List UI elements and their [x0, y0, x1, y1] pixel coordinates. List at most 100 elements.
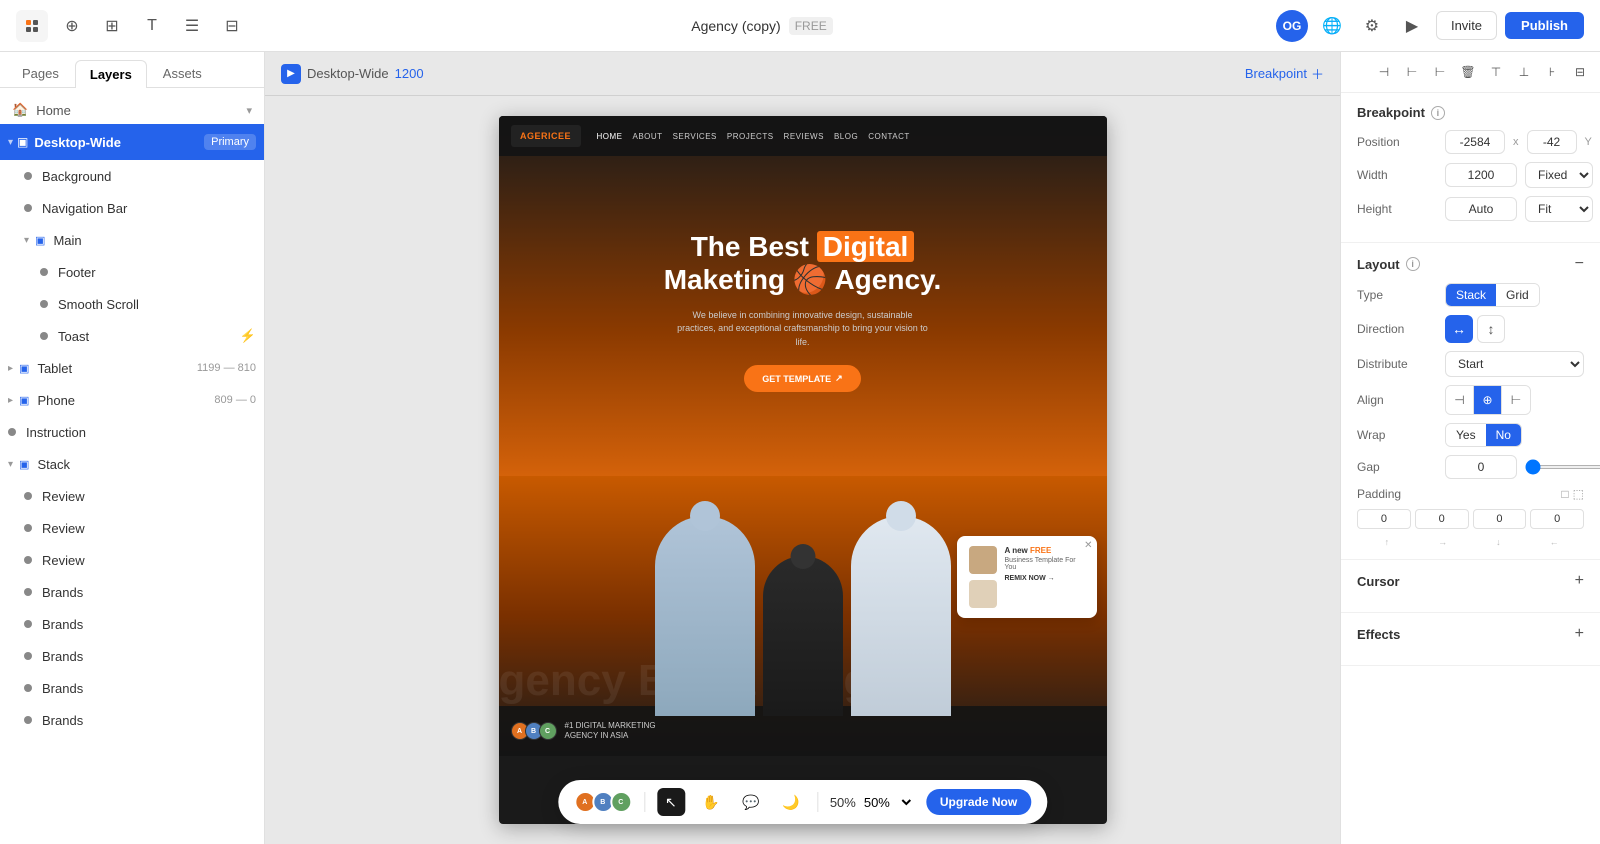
frame-icon: ▣ [35, 234, 45, 247]
tab-assets[interactable]: Assets [149, 60, 216, 87]
layer-review-3-label: Review [42, 553, 256, 568]
align-bottom-icon[interactable]: ⊦ [1540, 60, 1564, 84]
layer-item-review-1[interactable]: Review [0, 480, 264, 512]
hero-text-1: The Best [691, 231, 817, 262]
gap-input[interactable] [1445, 455, 1517, 479]
nav-link-reviews: REVIEWS [784, 132, 824, 141]
invite-button[interactable]: Invite [1436, 11, 1497, 40]
canvas-viewport[interactable]: AGERICEE HOME ABOUT SERVICES PROJECTS RE… [265, 96, 1340, 844]
layer-item-navigation-bar[interactable]: Navigation Bar [0, 192, 264, 224]
layer-item-toast[interactable]: Toast ⚡ [0, 320, 264, 352]
cursor-plus-icon[interactable]: + [1575, 572, 1584, 590]
dark-mode-tool[interactable]: 🌙 [777, 788, 805, 816]
component-icon [24, 492, 32, 500]
bottom-bar-avatars: A B C [511, 722, 553, 740]
align-center-h-icon[interactable]: ⊢ [1400, 60, 1424, 84]
tab-pages[interactable]: Pages [8, 60, 73, 87]
tab-layers[interactable]: Layers [75, 60, 147, 88]
distribute-select[interactable]: Start Center End Space Between [1445, 351, 1584, 377]
padding-bottom-input[interactable] [1473, 509, 1527, 529]
layer-item-brands-2[interactable]: Brands [0, 608, 264, 640]
position-x-input[interactable] [1445, 130, 1505, 154]
layer-item-review-2[interactable]: Review [0, 512, 264, 544]
layer-item-instruction[interactable]: Instruction [0, 416, 264, 448]
padding-labels: ↑ → ↓ ← [1357, 537, 1584, 547]
align-left-btn[interactable]: ⊣ [1446, 386, 1474, 414]
layer-item-footer[interactable]: Footer [0, 256, 264, 288]
layer-item-brands-4[interactable]: Brands [0, 672, 264, 704]
height-mode-select[interactable]: Fit Fixed Fill [1525, 196, 1593, 222]
cursor-tool[interactable]: ↖ [657, 788, 685, 816]
gap-slider[interactable] [1525, 465, 1600, 469]
layer-item-tablet[interactable]: ▸ ▣ Tablet 1199 — 810 [0, 352, 264, 384]
width-mode-select[interactable]: Fixed Fill Hug [1525, 162, 1593, 188]
layout-minus-icon[interactable]: − [1575, 255, 1584, 273]
delete-icon[interactable]: 🗑 [1456, 60, 1480, 84]
height-input[interactable] [1445, 197, 1517, 221]
logo-button[interactable] [16, 10, 48, 42]
padding-square-icon: □ [1561, 487, 1568, 501]
align-right-btn[interactable]: ⊢ [1502, 386, 1530, 414]
padding-top-input[interactable] [1357, 509, 1411, 529]
layout-info-icon[interactable]: i [1406, 257, 1420, 271]
position-y-input[interactable] [1527, 130, 1577, 154]
type-grid-btn[interactable]: Grid [1496, 284, 1539, 306]
align-middle-icon[interactable]: ⊥ [1512, 60, 1536, 84]
align-left-icon[interactable]: ⊣ [1372, 60, 1396, 84]
type-stack-btn[interactable]: Stack [1446, 284, 1496, 306]
layer-item-smooth-scroll[interactable]: Smooth Scroll [0, 288, 264, 320]
position-label: Position [1357, 135, 1437, 149]
wrap-yes-btn[interactable]: Yes [1446, 424, 1486, 446]
grid-view-button[interactable]: ⊞ [96, 10, 128, 42]
add-element-button[interactable]: ⊕ [56, 10, 88, 42]
layer-brands-3-label: Brands [42, 649, 256, 664]
direction-buttons: ↔ ↕ [1445, 315, 1505, 343]
globe-button[interactable]: 🌐 [1316, 10, 1348, 42]
wrap-no-btn[interactable]: No [1486, 424, 1521, 446]
layer-item-main[interactable]: ▾ ▣ Main [0, 224, 264, 256]
zoom-dropdown[interactable]: 50% 75% 100% [860, 794, 914, 811]
width-input[interactable] [1445, 163, 1517, 187]
component-icon [24, 204, 32, 212]
breakpoint-label: Breakpoint [1245, 66, 1307, 81]
layers-button[interactable]: ☰ [176, 10, 208, 42]
align-center-btn[interactable]: ⊕ [1474, 386, 1502, 414]
layer-item-phone[interactable]: ▸ ▣ Phone 809 — 0 [0, 384, 264, 416]
play-button[interactable]: ▶ [1396, 10, 1428, 42]
layer-item-brands-5[interactable]: Brands [0, 704, 264, 736]
width-label: Width [1357, 168, 1437, 182]
align-right-icon[interactable]: ⊢ [1428, 60, 1452, 84]
hand-tool[interactable]: ✋ [697, 788, 725, 816]
expand-icon: ▸ [8, 363, 13, 374]
breakpoint-info-icon[interactable]: i [1431, 106, 1445, 120]
home-row[interactable]: 🏠 Home ▾ [0, 96, 264, 124]
gap-row: Gap [1357, 455, 1584, 479]
preview-cta-button[interactable]: GET TEMPLATE ↗ [744, 365, 860, 392]
distribute-icon[interactable]: ⊟ [1568, 60, 1592, 84]
layer-item-brands-3[interactable]: Brands [0, 640, 264, 672]
layer-item-brands-1[interactable]: Brands [0, 576, 264, 608]
component-icon [24, 684, 32, 692]
layer-item-review-3[interactable]: Review [0, 544, 264, 576]
toast-notification: A new FREE Business Template For You REM… [957, 536, 1097, 618]
components-button[interactable]: ⊟ [216, 10, 248, 42]
upgrade-button[interactable]: Upgrade Now [926, 789, 1031, 815]
user-avatar[interactable]: OG [1276, 10, 1308, 42]
app-title: Agency (copy) [691, 18, 780, 34]
layer-item-stack[interactable]: ▾ ▣ Stack [0, 448, 264, 480]
effects-plus-icon[interactable]: + [1575, 625, 1584, 643]
comment-tool[interactable]: 💬 [737, 788, 765, 816]
dir-vertical-btn[interactable]: ↕ [1477, 315, 1505, 343]
layer-item-background[interactable]: Background [0, 160, 264, 192]
padding-right-input[interactable] [1415, 509, 1469, 529]
breakpoint-button[interactable]: Breakpoint ＋ [1245, 64, 1324, 83]
align-top-icon[interactable]: ⊤ [1484, 60, 1508, 84]
dir-horizontal-btn[interactable]: ↔ [1445, 315, 1473, 343]
layer-item-desktop-wide[interactable]: ▾ ▣ Desktop-Wide Primary [0, 124, 264, 160]
publish-button[interactable]: Publish [1505, 12, 1584, 39]
settings-button[interactable]: ⚙ [1356, 10, 1388, 42]
padding-left-input[interactable] [1530, 509, 1584, 529]
toast-close-button[interactable]: ✕ [1084, 540, 1092, 551]
distribute-label: Distribute [1357, 357, 1437, 371]
text-tool-button[interactable]: T [136, 10, 168, 42]
